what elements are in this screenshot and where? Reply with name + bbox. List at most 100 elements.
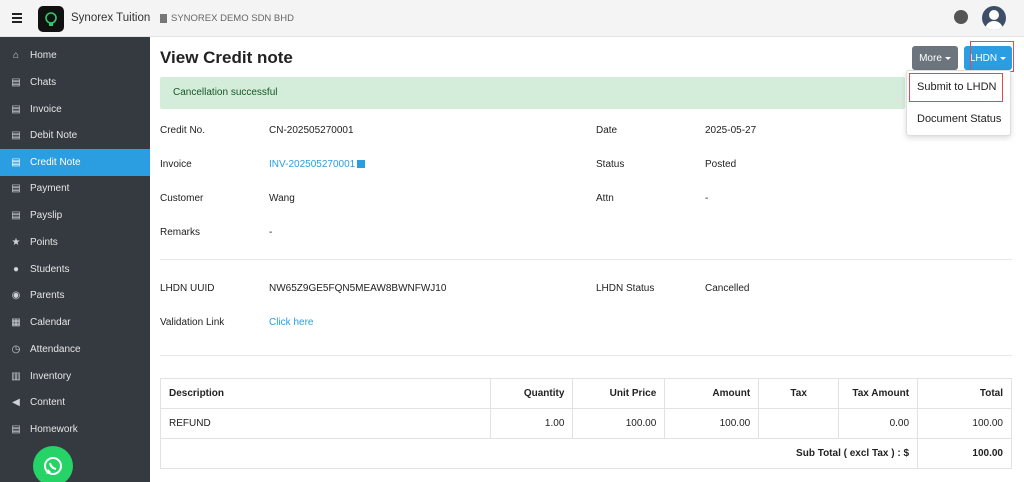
status-label: Status: [596, 159, 625, 170]
table-row: REFUND 1.00 100.00 100.00 0.00 100.00: [159, 408, 1012, 439]
col-unit-price: Unit Price: [572, 378, 666, 409]
whatsapp-icon: [44, 457, 62, 475]
cell-tax: [758, 408, 840, 439]
sidebar-item-credit-note[interactable]: ▤ Credit Note: [0, 149, 150, 176]
menu-icon[interactable]: [12, 13, 22, 23]
invoice-link-wrap[interactable]: INV-202505270001: [269, 159, 366, 170]
sidebar-item-invoice[interactable]: ▤ Invoice: [0, 96, 150, 123]
sidebar-item-payment[interactable]: ▤ Payment: [0, 175, 150, 202]
sidebar-item-label: Parents: [30, 290, 65, 301]
credit-no-label: Credit No.: [160, 125, 206, 136]
brand-name: Synorex Tuition: [71, 12, 151, 24]
cell-description: REFUND: [159, 408, 492, 439]
document-icon: ▤: [11, 76, 21, 88]
globe-icon[interactable]: [954, 10, 968, 24]
clock-icon: ◷: [11, 343, 21, 355]
main-content: View Credit note More LHDN Cancellation …: [150, 37, 1024, 482]
subtotal-row: Sub Total ( excl Tax ) : $ 100.00: [159, 438, 1012, 469]
lhdn-uuid-value: NW65Z9GE5FQN5MEAW8BWNFWJ10: [269, 283, 447, 294]
remarks-label: Remarks: [160, 227, 201, 238]
sidebar-item-label: Payslip: [30, 210, 63, 221]
lhdn-status-label: LHDN Status: [596, 283, 655, 294]
sidebar-item-content[interactable]: ◀ Content: [0, 389, 150, 416]
sidebar-item-debit-note[interactable]: ▤ Debit Note: [0, 122, 150, 149]
sidebar-item-chats[interactable]: ▤ Chats: [0, 69, 150, 96]
col-tax: Tax: [758, 378, 840, 409]
home-icon: ⌂: [12, 49, 20, 61]
lhdn-status-value: Cancelled: [705, 283, 750, 294]
status-value: Posted: [705, 159, 737, 170]
caret-down-icon: [944, 56, 951, 60]
attn-value: -: [705, 193, 709, 204]
avatar[interactable]: [982, 6, 1006, 30]
sidebar-item-home[interactable]: ⌂ Home: [0, 42, 150, 69]
document-icon: ▤: [11, 129, 21, 141]
inventory-icon: ▥: [11, 370, 21, 382]
external-link-icon[interactable]: [357, 160, 366, 168]
divider: [160, 259, 1012, 260]
sidebar-item-label: Chats: [30, 77, 57, 88]
user-circle-icon: ◉: [11, 289, 21, 301]
sidebar-item-inventory[interactable]: ▥ Inventory: [0, 363, 150, 390]
col-total: Total: [917, 378, 1012, 409]
lhdn-uuid-label: LHDN UUID: [160, 283, 215, 294]
sidebar-item-points[interactable]: ★ Points: [0, 229, 150, 256]
success-alert: Cancellation successful: [160, 77, 905, 109]
company-label: SYNOREX DEMO SDN BHD: [171, 13, 294, 24]
megaphone-icon: ◀: [12, 396, 20, 408]
attn-label: Attn: [596, 193, 614, 204]
invoice-label: Invoice: [160, 159, 192, 170]
col-amount: Amount: [664, 378, 760, 409]
cell-unit-price: 100.00: [572, 408, 666, 439]
credit-no-value: CN-202505270001: [269, 125, 354, 136]
building-icon: [160, 14, 167, 23]
subtotal-value: 100.00: [917, 438, 1012, 469]
lhdn-highlight-box: [970, 41, 1014, 72]
cell-quantity: 1.00: [490, 408, 574, 439]
col-quantity: Quantity: [490, 378, 574, 409]
sidebar-item-label: Calendar: [30, 317, 71, 328]
items-table: Description Quantity Unit Price Amount T…: [159, 378, 1012, 469]
invoice-link[interactable]: INV-202505270001: [269, 159, 355, 170]
star-icon: ★: [11, 236, 21, 248]
cell-amount: 100.00: [664, 408, 760, 439]
sidebar-item-label: Invoice: [30, 104, 62, 115]
app-logo[interactable]: [38, 6, 64, 32]
document-icon: ▤: [11, 209, 21, 221]
table-header-row: Description Quantity Unit Price Amount T…: [159, 378, 1012, 409]
sidebar-item-label: Credit Note: [30, 157, 81, 168]
submit-to-lhdn-item[interactable]: Submit to LHDN: [917, 81, 996, 93]
document-icon: ▤: [11, 423, 21, 435]
sidebar-item-payslip[interactable]: ▤ Payslip: [0, 202, 150, 229]
document-status-item[interactable]: Document Status: [917, 113, 1001, 125]
sidebar-item-label: Payment: [30, 183, 70, 194]
sidebar-item-students[interactable]: ● Students: [0, 256, 150, 283]
document-icon: ▤: [11, 103, 21, 115]
more-button[interactable]: More: [912, 46, 958, 70]
sidebar-item-parents[interactable]: ◉ Parents: [0, 282, 150, 309]
company-name[interactable]: SYNOREX DEMO SDN BHD: [160, 13, 294, 24]
divider: [160, 355, 1012, 356]
sidebar-item-label: Home: [30, 50, 57, 61]
sidebar-item-homework[interactable]: ▤ Homework: [0, 416, 150, 443]
validation-link-label: Validation Link: [160, 317, 225, 328]
sidebar-item-attendance[interactable]: ◷ Attendance: [0, 336, 150, 363]
customer-value: Wang: [269, 193, 295, 204]
sidebar-item-label: Debit Note: [30, 130, 78, 141]
date-label: Date: [596, 125, 618, 136]
calendar-icon: ▦: [11, 316, 21, 328]
more-label: More: [919, 52, 942, 64]
sidebar-item-calendar[interactable]: ▦ Calendar: [0, 309, 150, 336]
col-description: Description: [159, 378, 492, 409]
whatsapp-button[interactable]: [33, 446, 73, 482]
cell-total: 100.00: [917, 408, 1012, 439]
sidebar-item-label: Inventory: [30, 371, 72, 382]
users-icon: ●: [12, 263, 20, 275]
sidebar-item-label: Points: [30, 237, 58, 248]
validation-link[interactable]: Click here: [269, 317, 313, 328]
cell-tax-amount: 0.00: [838, 408, 919, 439]
page-title: View Credit note: [160, 48, 293, 67]
top-bar: Synorex Tuition SYNOREX DEMO SDN BHD: [0, 0, 1024, 37]
date-value: 2025-05-27: [705, 125, 757, 136]
customer-label: Customer: [160, 193, 204, 204]
